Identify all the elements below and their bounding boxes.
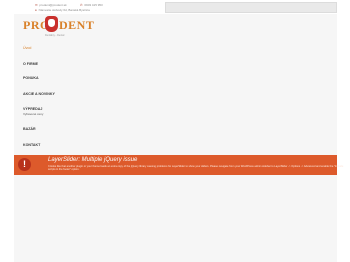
logo[interactable]: PRO DENT Dentálny - Dental bbox=[23, 16, 94, 40]
phone-contact[interactable]: ✆ 0903 415 953 bbox=[80, 3, 103, 7]
address-text: Námestie slobody 6d, Banská Bystrica bbox=[38, 8, 90, 12]
menu-item-label: PONUKA bbox=[23, 76, 39, 80]
menu-item-ponuka[interactable]: PONUKA bbox=[23, 76, 39, 80]
phone-text: 0903 415 953 bbox=[84, 3, 103, 7]
logo-slogan: Dentálny - Dental bbox=[45, 34, 65, 37]
address-contact: ● Námestie slobody 6d, Banská Bystrica bbox=[35, 8, 90, 12]
menu-item-label: O FIRME bbox=[23, 62, 38, 66]
menu-item-label: Úvod bbox=[23, 46, 32, 50]
menu-item-uvod[interactable]: Úvod bbox=[23, 46, 31, 50]
location-icon: ● bbox=[35, 8, 37, 12]
alert-icon: ! bbox=[18, 158, 31, 171]
tooth-logo-icon bbox=[45, 16, 58, 32]
phone-icon: ✆ bbox=[80, 3, 83, 7]
menu-item-bazar[interactable]: BAZÁR bbox=[23, 127, 36, 131]
menu-item-kontakt[interactable]: KONTAKT bbox=[23, 143, 40, 147]
menu-item-label: VÝPREDAJ bbox=[23, 107, 43, 111]
menu-item-vypredaj[interactable]: VÝPREDAJ Vybavené ceny bbox=[23, 107, 43, 116]
menu-item-label: BAZÁR bbox=[23, 127, 36, 131]
alert-message: It looks like that another plugin or you… bbox=[48, 165, 344, 172]
menu-item-sublabel: Vybavené ceny bbox=[23, 112, 44, 116]
email-text: prodent@prodent.sk bbox=[39, 3, 67, 7]
layerslider-alert: ! LayerSlider: Multiple jQuery issue It … bbox=[14, 155, 343, 175]
email-contact[interactable]: ✉ prodent@prodent.sk bbox=[35, 3, 67, 7]
alert-title: LayerSlider: Multiple jQuery issue bbox=[48, 157, 138, 163]
menu-item-o-firme[interactable]: O FIRME bbox=[23, 62, 38, 66]
search-input[interactable] bbox=[165, 2, 337, 13]
menu-item-label: KONTAKT bbox=[23, 143, 41, 147]
menu-item-label: AKCIE A NOVINKY bbox=[23, 92, 55, 96]
menu-item-akcie-a-novinky[interactable]: AKCIE A NOVINKY bbox=[23, 92, 55, 96]
mail-icon: ✉ bbox=[35, 3, 38, 7]
logo-text-right: DENT bbox=[59, 18, 95, 32]
